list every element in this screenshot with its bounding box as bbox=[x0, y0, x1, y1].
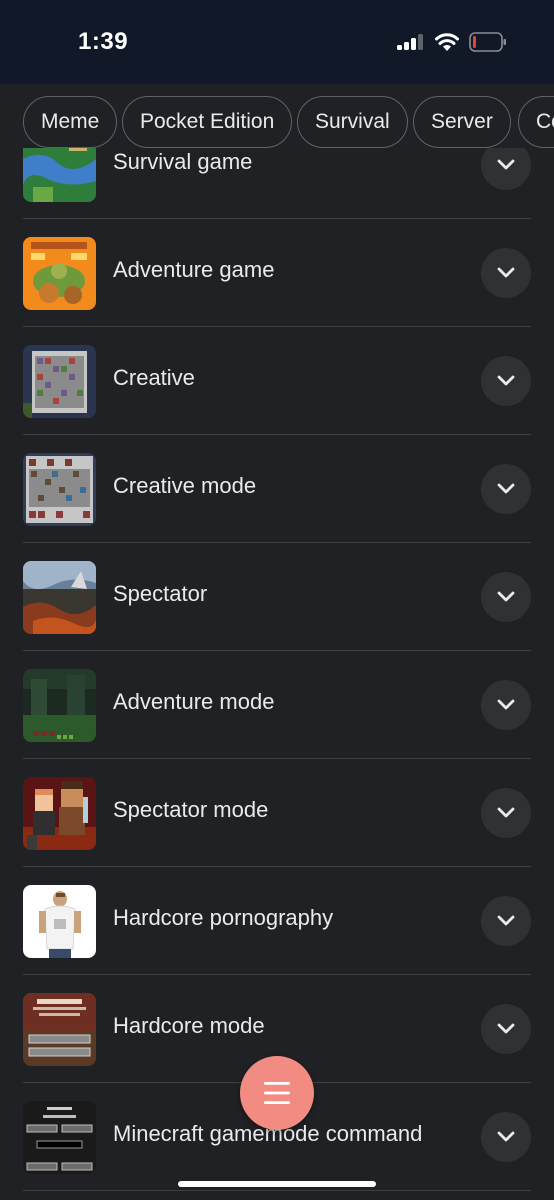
list-item-label: Spectator mode bbox=[113, 797, 269, 822]
expand-button[interactable] bbox=[481, 572, 531, 622]
creative-mode-thumbnail bbox=[23, 453, 96, 526]
spectator-mode-thumbnail bbox=[23, 777, 96, 850]
chevron-down-icon bbox=[497, 699, 515, 710]
list-item-label: Hardcore mode bbox=[113, 1013, 265, 1038]
chevron-down-icon bbox=[497, 915, 515, 926]
list-item[interactable]: Spectator bbox=[23, 543, 531, 651]
status-bar: 1:39 bbox=[0, 0, 554, 84]
list-item[interactable]: Adventure mode bbox=[23, 651, 531, 759]
status-time: 1:39 bbox=[78, 28, 129, 55]
list-item[interactable]: Creative bbox=[23, 327, 531, 435]
chip-co[interactable]: Co bbox=[518, 96, 554, 148]
home-indicator[interactable] bbox=[178, 1181, 376, 1187]
expand-button[interactable] bbox=[481, 356, 531, 406]
list-item[interactable]: Survival game bbox=[23, 148, 531, 219]
hardcore-pornography-thumbnail bbox=[23, 885, 96, 958]
chevron-down-icon bbox=[497, 159, 515, 170]
minecraft-gamemode-command-thumbnail bbox=[23, 1101, 96, 1174]
list-item-label: Adventure mode bbox=[113, 689, 275, 714]
chip-pocket-edition[interactable]: Pocket Edition bbox=[122, 96, 293, 148]
list-item[interactable]: Hardcore pornography bbox=[23, 867, 531, 975]
expand-button[interactable] bbox=[481, 464, 531, 514]
list-item-label: Spectator bbox=[113, 581, 208, 606]
list-item-label: Adventure game bbox=[113, 257, 275, 282]
list-item-label: Hardcore pornography bbox=[113, 905, 334, 930]
chevron-down-icon bbox=[497, 1023, 515, 1034]
expand-button[interactable] bbox=[481, 896, 531, 946]
list-item[interactable]: Adventure game bbox=[23, 219, 531, 327]
expand-button[interactable] bbox=[481, 248, 531, 298]
chevron-down-icon bbox=[497, 1131, 515, 1142]
expand-button[interactable] bbox=[481, 148, 531, 190]
list-item[interactable]: Spectator mode bbox=[23, 759, 531, 867]
chip-meme[interactable]: Meme bbox=[23, 96, 118, 148]
chevron-down-icon bbox=[497, 483, 515, 494]
chevron-down-icon bbox=[497, 267, 515, 278]
chevron-down-icon bbox=[497, 807, 515, 818]
chevron-down-icon bbox=[497, 591, 515, 602]
list-item-label: Creative bbox=[113, 365, 195, 390]
spectator-thumbnail bbox=[23, 561, 96, 634]
menu-icon bbox=[264, 1082, 290, 1104]
battery-low-icon bbox=[469, 32, 507, 52]
creative-thumbnail bbox=[23, 345, 96, 418]
list-item-label: Survival game bbox=[113, 149, 253, 174]
menu-fab-button[interactable] bbox=[240, 1056, 314, 1130]
chip-server[interactable]: Server bbox=[413, 96, 511, 148]
cellular-signal-icon bbox=[397, 34, 425, 50]
chip-survival[interactable]: Survival bbox=[297, 96, 408, 148]
adventure-mode-thumbnail bbox=[23, 669, 96, 742]
list-item-label: Creative mode bbox=[113, 473, 257, 498]
expand-button[interactable] bbox=[481, 680, 531, 730]
list-item[interactable]: Creative mode bbox=[23, 435, 531, 543]
chevron-down-icon bbox=[497, 375, 515, 386]
filter-chips: Meme Pocket Edition Survival Server Co bbox=[0, 96, 554, 148]
expand-button[interactable] bbox=[481, 1004, 531, 1054]
adventure-game-thumbnail bbox=[23, 237, 96, 310]
survival-game-thumbnail bbox=[23, 148, 96, 202]
results-list: Survival game Adventure game Creative Cr… bbox=[0, 148, 554, 1200]
expand-button[interactable] bbox=[481, 788, 531, 838]
wifi-icon bbox=[434, 30, 460, 52]
expand-button[interactable] bbox=[481, 1112, 531, 1162]
hardcore-mode-thumbnail bbox=[23, 993, 96, 1066]
